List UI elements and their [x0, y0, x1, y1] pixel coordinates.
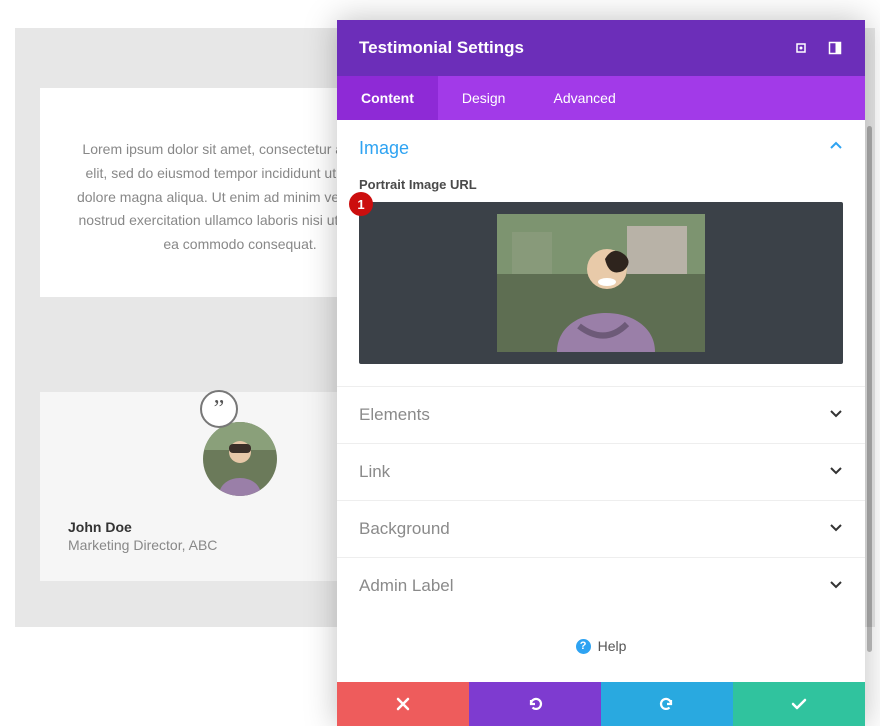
tab-content[interactable]: Content [337, 76, 438, 120]
tabs: Content Design Advanced [337, 76, 865, 120]
section-background-title: Background [359, 519, 450, 539]
field-label-portrait-url: Portrait Image URL [337, 171, 865, 202]
save-button[interactable] [733, 682, 865, 726]
chevron-down-icon [829, 463, 843, 482]
help-link[interactable]: ? Help [337, 614, 865, 682]
panel-title: Testimonial Settings [359, 38, 524, 58]
help-icon: ? [576, 639, 591, 654]
tab-advanced[interactable]: Advanced [529, 76, 639, 120]
annotation-marker-1: 1 [349, 192, 373, 216]
chevron-up-icon [829, 139, 843, 158]
cancel-button[interactable] [337, 682, 469, 726]
settings-panel: Testimonial Settings Content Design Adva… [337, 20, 865, 726]
chevron-down-icon [829, 520, 843, 539]
quote-icon: ” [200, 390, 238, 428]
panel-header[interactable]: Testimonial Settings [337, 20, 865, 76]
section-elements-title: Elements [359, 405, 430, 425]
section-admin-label-title: Admin Label [359, 576, 454, 596]
image-preview[interactable] [359, 202, 843, 364]
section-admin-label[interactable]: Admin Label [337, 557, 865, 614]
section-link[interactable]: Link [337, 443, 865, 500]
chevron-down-icon [829, 406, 843, 425]
image-preview-wrap: 1 [359, 202, 843, 364]
dock-icon[interactable] [827, 40, 843, 56]
panel-actions [337, 682, 865, 726]
section-elements[interactable]: Elements [337, 386, 865, 443]
avatar [203, 422, 277, 496]
scrollbar[interactable] [867, 126, 872, 652]
expand-icon[interactable] [793, 40, 809, 56]
help-label: Help [598, 638, 627, 654]
redo-button[interactable] [601, 682, 733, 726]
panel-body: Image Portrait Image URL 1 [337, 120, 865, 682]
tab-design[interactable]: Design [438, 76, 530, 120]
section-background[interactable]: Background [337, 500, 865, 557]
panel-header-icons [793, 40, 843, 56]
undo-button[interactable] [469, 682, 601, 726]
section-image-header[interactable]: Image [337, 120, 865, 171]
chevron-down-icon [829, 577, 843, 596]
image-preview-thumbnail [497, 214, 705, 352]
section-link-title: Link [359, 462, 390, 482]
section-image-title: Image [359, 138, 409, 159]
